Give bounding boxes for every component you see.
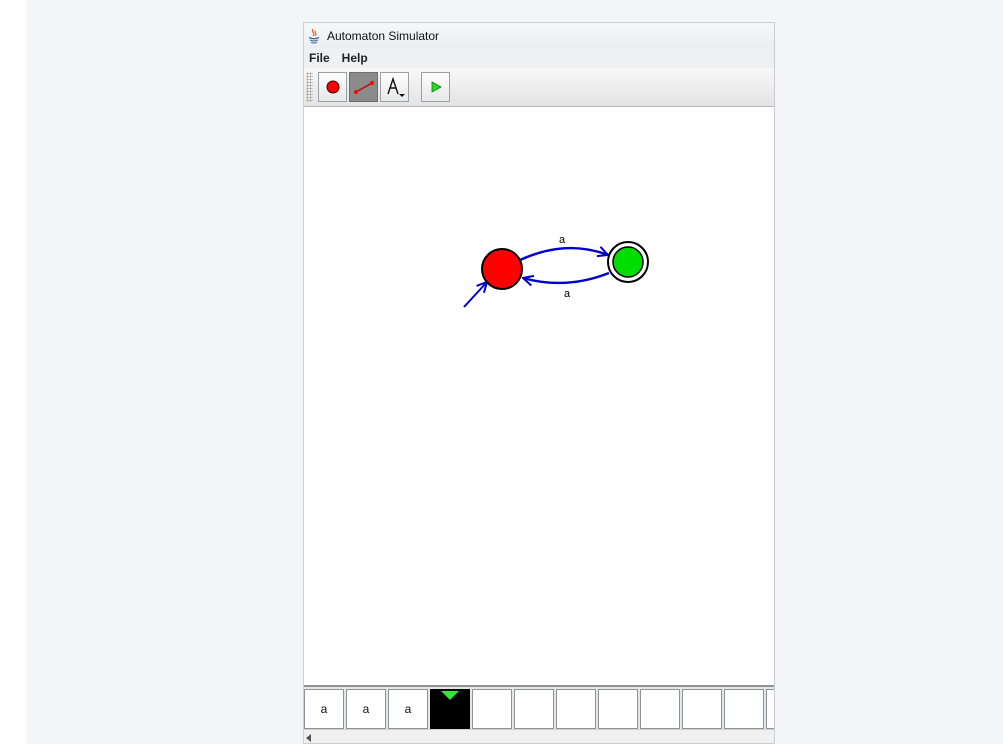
state-q1[interactable] (612, 246, 644, 278)
run-button[interactable] (421, 72, 450, 102)
tape-cell[interactable] (556, 689, 596, 729)
menu-help[interactable]: Help (342, 51, 368, 65)
tape-cell[interactable]: a (346, 689, 386, 729)
scroll-left-arrow-icon[interactable] (306, 734, 311, 742)
initial-state-arrow (463, 282, 487, 308)
tape-cell-head[interactable] (430, 689, 470, 729)
add-transition-button[interactable] (349, 72, 378, 102)
tape-cell[interactable] (472, 689, 512, 729)
automaton-canvas[interactable]: a a (304, 107, 774, 685)
menu-bar: File Help (304, 48, 774, 68)
input-tape: a a a (304, 685, 774, 729)
tape-cell[interactable]: a (304, 689, 344, 729)
add-transition-icon (353, 81, 374, 94)
run-play-icon (431, 81, 442, 93)
add-state-button[interactable] (318, 72, 347, 102)
transition-label-q0-q1: a (559, 234, 566, 246)
menu-file[interactable]: File (309, 51, 330, 65)
alphabet-dropdown-icon (386, 76, 405, 97)
transition-edge-q0-q1[interactable] (519, 248, 608, 262)
tape-cell[interactable]: a (388, 689, 428, 729)
alphabet-dropdown-button[interactable] (380, 72, 409, 102)
tape-cell[interactable] (682, 689, 722, 729)
java-app-icon (307, 28, 321, 44)
add-state-icon (326, 80, 339, 94)
tape-cell[interactable] (514, 689, 554, 729)
tape-cell[interactable] (724, 689, 764, 729)
title-bar: Automaton Simulator (304, 23, 774, 48)
tape-head-marker-icon (441, 691, 459, 700)
tape-horizontal-scrollbar[interactable] (304, 729, 774, 743)
toolbar (304, 68, 774, 107)
tape-cell[interactable] (598, 689, 638, 729)
window-title: Automaton Simulator (327, 28, 440, 43)
automaton-simulator-window: Automaton Simulator File Help a a a a a (303, 22, 775, 744)
state-q0[interactable] (481, 248, 523, 290)
transition-label-q1-q0: a (564, 288, 571, 300)
tape-cell[interactable] (640, 689, 680, 729)
toolbar-grip[interactable] (306, 72, 313, 102)
transition-edge-q1-q0[interactable] (523, 271, 610, 283)
tape-cell[interactable] (766, 689, 774, 729)
